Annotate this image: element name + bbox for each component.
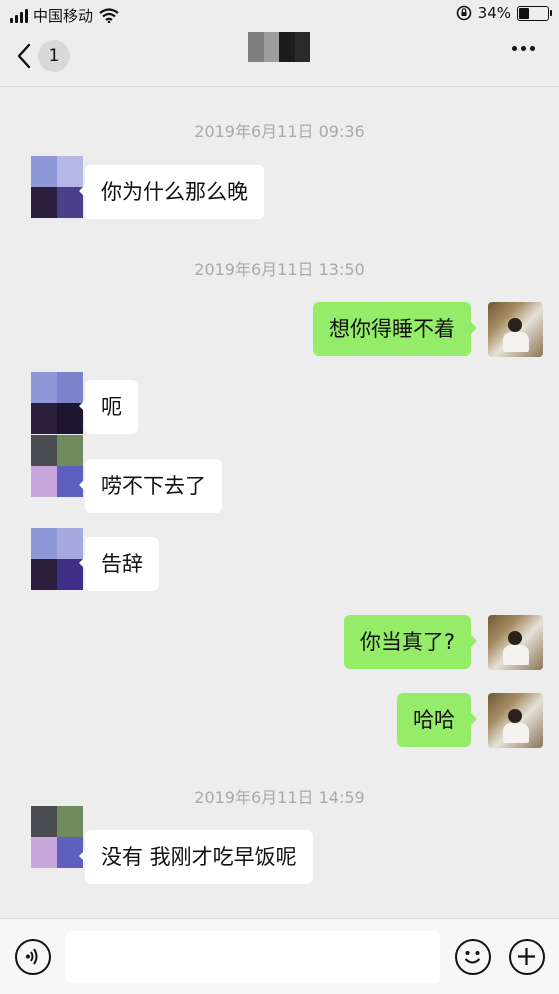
my-avatar[interactable] xyxy=(488,302,543,357)
outgoing-message-bubble[interactable]: 你当真了? xyxy=(343,615,478,669)
battery-level-fill xyxy=(519,7,530,19)
contact-avatar[interactable] xyxy=(31,806,83,868)
voice-button[interactable] xyxy=(15,939,51,975)
contact-avatar[interactable] xyxy=(31,435,83,497)
chevron-left-icon xyxy=(17,43,31,69)
contact-avatar[interactable] xyxy=(31,528,83,590)
wifi-icon xyxy=(99,8,119,23)
plus-icon xyxy=(518,948,535,965)
incoming-message-bubble[interactable]: 呃 xyxy=(79,380,138,434)
message-timestamp: 2019年6月11日 14:59 xyxy=(194,788,365,807)
outgoing-message-bubble[interactable]: 哈哈 xyxy=(397,693,477,747)
my-avatar[interactable] xyxy=(488,615,543,670)
status-left: 中国移动 xyxy=(10,5,119,26)
my-avatar[interactable] xyxy=(488,693,543,748)
more-options-button[interactable] xyxy=(512,46,535,51)
signal-icon xyxy=(10,8,28,23)
back-button[interactable]: 1 xyxy=(16,40,70,72)
message-input[interactable] xyxy=(66,931,440,983)
battery-icon xyxy=(517,5,552,21)
orientation-lock-icon xyxy=(456,5,471,21)
incoming-message-bubble[interactable]: 没有 我刚才吃早饭呢 xyxy=(79,830,313,884)
outgoing-message-bubble[interactable]: 想你得睡不着 xyxy=(313,302,477,356)
chat-header: 1 xyxy=(0,30,559,87)
status-right: 34% xyxy=(456,4,552,22)
plus-button[interactable] xyxy=(509,939,545,975)
incoming-message-bubble[interactable]: 告辞 xyxy=(79,537,159,591)
emoji-icon xyxy=(464,951,481,964)
status-bar: 中国移动 34% xyxy=(0,0,559,30)
voice-icon xyxy=(26,948,38,965)
more-dots-icon xyxy=(512,46,517,51)
carrier-label: 中国移动 xyxy=(33,7,94,25)
battery-percent: 34% xyxy=(477,4,511,22)
message-timestamp: 2019年6月11日 13:50 xyxy=(194,260,365,279)
input-bar xyxy=(0,918,559,994)
incoming-message-bubble[interactable]: 你为什么那么晚 xyxy=(79,165,264,219)
contact-avatar[interactable] xyxy=(31,372,83,434)
emoji-button[interactable] xyxy=(455,939,491,975)
message-timestamp: 2019年6月11日 09:36 xyxy=(194,122,365,141)
unread-count-badge: 1 xyxy=(38,40,70,72)
chat-title-mosaic xyxy=(248,32,310,62)
contact-avatar[interactable] xyxy=(31,156,83,218)
incoming-message-bubble[interactable]: 唠不下去了 xyxy=(79,459,222,513)
